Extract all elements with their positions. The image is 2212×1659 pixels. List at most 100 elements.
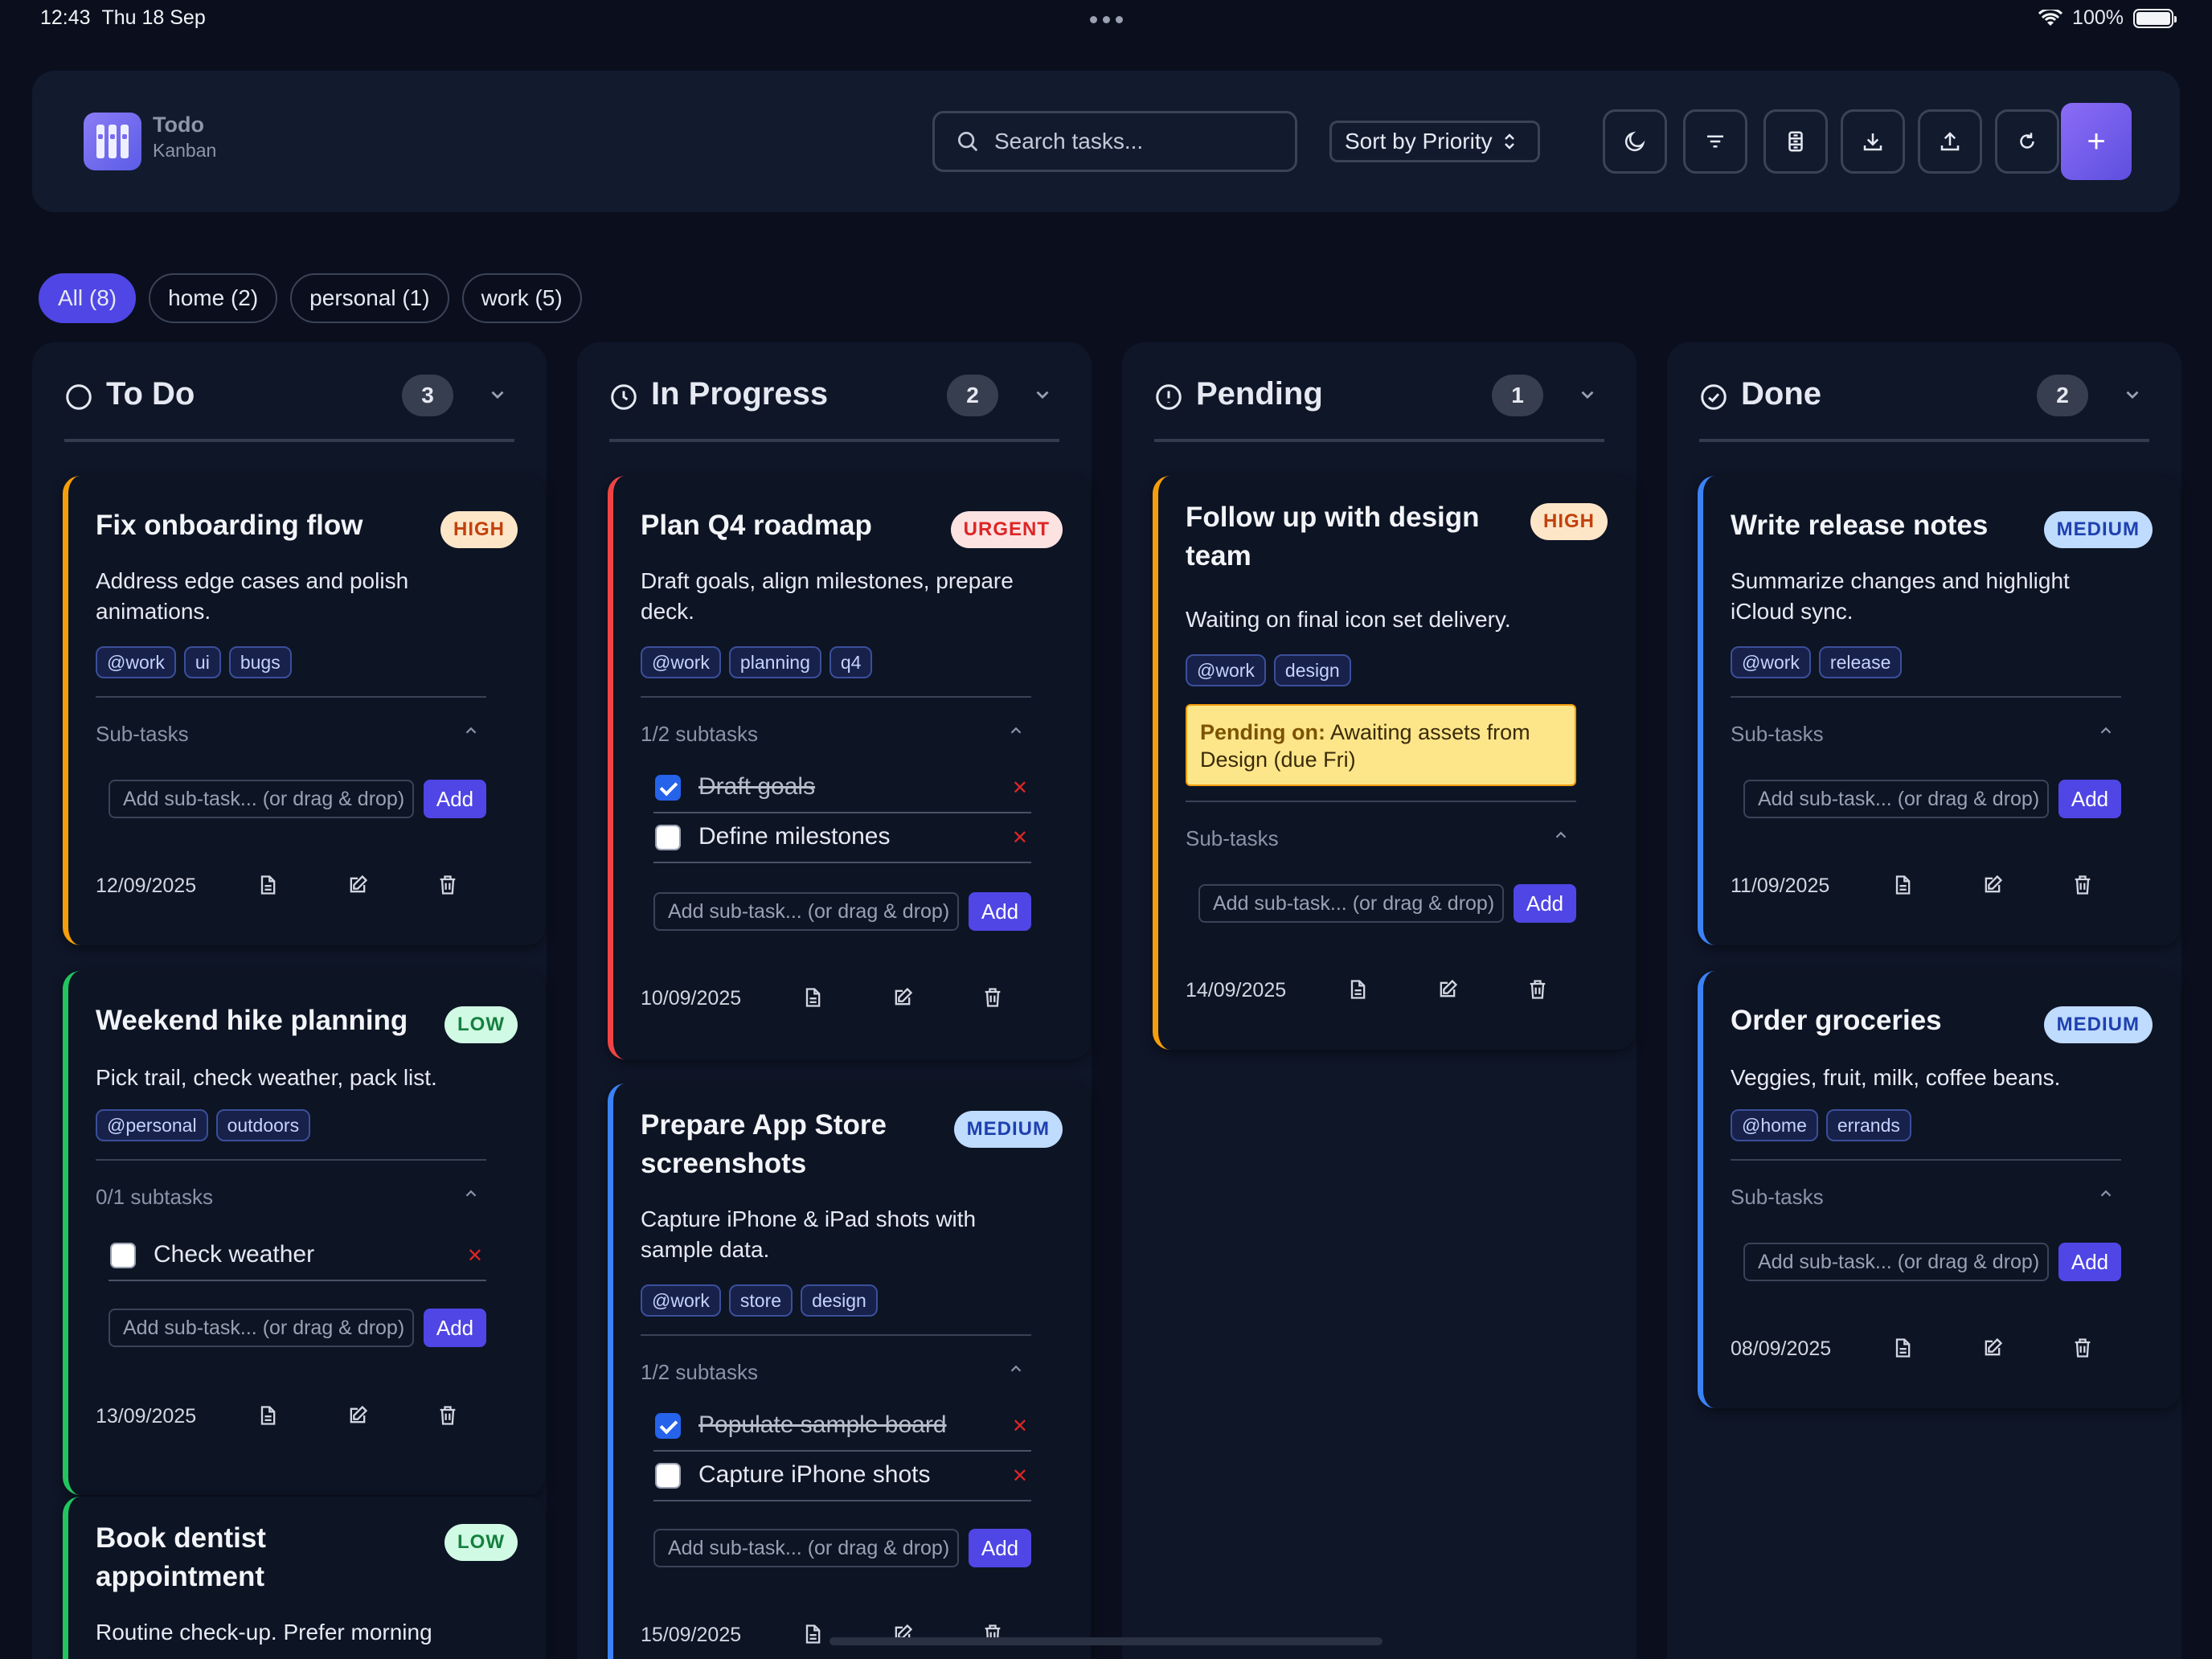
remove-subtask-icon[interactable]: ✕	[467, 1244, 483, 1268]
task-card[interactable]: Prepare App Store screenshots MEDIUM Cap…	[608, 1083, 1090, 1659]
tag[interactable]: errands	[1825, 1109, 1911, 1141]
task-card[interactable]: Plan Q4 roadmap URGENT Draft goals, alig…	[608, 476, 1090, 1059]
tag[interactable]: @personal	[96, 1109, 208, 1141]
tag[interactable]: q4	[829, 646, 873, 678]
add-subtask-input[interactable]	[653, 892, 959, 931]
tag[interactable]: @work	[1186, 654, 1266, 686]
card-description: Routine check-up. Prefer morning	[96, 1620, 432, 1645]
add-subtask-button[interactable]: Add	[1514, 884, 1576, 923]
add-subtask-input[interactable]	[1198, 884, 1504, 923]
subtasks-toggle[interactable]: Sub-tasks	[1186, 826, 1576, 851]
document-icon[interactable]	[1346, 977, 1369, 1002]
task-card[interactable]: Follow up with design team HIGH Waiting …	[1153, 476, 1635, 1050]
add-subtask-input[interactable]	[1743, 1243, 2049, 1281]
tag[interactable]: @work	[1731, 646, 1811, 678]
tag[interactable]: store	[728, 1284, 793, 1317]
tag[interactable]: @work	[641, 646, 721, 678]
document-icon[interactable]	[256, 1403, 279, 1428]
column-done: Done 2 Write release notes MEDIUM Summar…	[1667, 342, 2181, 1659]
priority-badge: LOW	[444, 1524, 518, 1561]
divider	[1186, 801, 1576, 802]
card-title: Book dentist appointment	[96, 1522, 266, 1592]
chevron-down-icon[interactable]	[1577, 384, 1598, 405]
column-header: Done 2	[1699, 375, 2149, 442]
edit-icon[interactable]	[346, 1403, 369, 1428]
subtask-checkbox[interactable]	[110, 1243, 136, 1268]
card-footer: 11/09/2025	[1731, 871, 2121, 903]
subtask-item: Populate sample board ✕	[653, 1402, 1031, 1452]
tag[interactable]: @work	[641, 1284, 721, 1317]
tag[interactable]: outdoors	[215, 1109, 311, 1141]
card-title: Follow up with design team	[1186, 502, 1480, 571]
horizontal-scrollbar[interactable]	[830, 1637, 1382, 1645]
edit-icon[interactable]	[1981, 1336, 2004, 1360]
chevron-down-icon[interactable]	[487, 384, 508, 405]
remove-subtask-icon[interactable]: ✕	[1012, 826, 1028, 850]
add-subtask-button[interactable]: Add	[969, 892, 1031, 931]
pending-label: Pending on:	[1200, 720, 1325, 744]
add-subtask-input[interactable]	[1743, 780, 2049, 818]
document-icon[interactable]	[1891, 873, 1914, 897]
card-description: Summarize changes and highlight iCloud s…	[1731, 568, 2070, 624]
tag[interactable]: design	[1273, 654, 1351, 686]
subtask-checkbox[interactable]	[655, 1413, 681, 1439]
trash-icon[interactable]	[2071, 1336, 2094, 1360]
tag[interactable]: bugs	[228, 646, 292, 678]
add-subtask-button[interactable]: Add	[2058, 780, 2121, 818]
trash-icon[interactable]	[1526, 977, 1549, 1002]
subtasks-toggle[interactable]: Sub-tasks	[1731, 1185, 2121, 1210]
document-icon[interactable]	[801, 1622, 824, 1646]
add-subtask-row: Add	[109, 1309, 486, 1347]
chevron-down-icon[interactable]	[2122, 384, 2143, 405]
add-subtask-button[interactable]: Add	[424, 1309, 486, 1347]
tag[interactable]: planning	[728, 646, 821, 678]
subtask-text: Define milestones	[698, 823, 891, 850]
trash-icon[interactable]	[981, 985, 1004, 1010]
add-subtask-input[interactable]	[653, 1529, 959, 1567]
card-footer: 08/09/2025	[1731, 1334, 2121, 1366]
task-card[interactable]: Book dentist appointment LOW Routine che…	[63, 1497, 545, 1659]
trash-icon[interactable]	[436, 873, 459, 897]
tag[interactable]: design	[801, 1284, 878, 1317]
edit-icon[interactable]	[1981, 873, 2004, 897]
remove-subtask-icon[interactable]: ✕	[1012, 1415, 1028, 1438]
task-card[interactable]: Order groceries MEDIUM Veggies, fruit, m…	[1698, 971, 2180, 1408]
add-subtask-input[interactable]	[109, 1309, 414, 1347]
chevron-up-icon	[1010, 727, 1022, 734]
task-card[interactable]: Fix onboarding flow HIGH Address edge ca…	[63, 476, 545, 945]
chevron-down-icon[interactable]	[1032, 384, 1053, 405]
priority-badge: HIGH	[440, 511, 518, 548]
tag[interactable]: ui	[183, 646, 221, 678]
subtasks-toggle[interactable]: 1/2 subtasks	[641, 1360, 1031, 1385]
subtask-item: Capture iPhone shots ✕	[653, 1452, 1031, 1501]
subtask-checkbox[interactable]	[655, 1463, 681, 1489]
divider	[96, 696, 486, 698]
add-subtask-button[interactable]: Add	[424, 780, 486, 818]
remove-subtask-icon[interactable]: ✕	[1012, 1464, 1028, 1488]
edit-icon[interactable]	[891, 985, 914, 1010]
task-card[interactable]: Weekend hike planning LOW Pick trail, ch…	[63, 971, 545, 1495]
card-description: Pick trail, check weather, pack list.	[96, 1065, 437, 1090]
subtask-checkbox[interactable]	[655, 775, 681, 801]
subtasks-toggle[interactable]: 0/1 subtasks	[96, 1185, 486, 1210]
subtasks-toggle[interactable]: Sub-tasks	[96, 722, 486, 747]
subtasks-toggle[interactable]: 1/2 subtasks	[641, 722, 1031, 747]
subtask-checkbox[interactable]	[655, 825, 681, 850]
edit-icon[interactable]	[346, 873, 369, 897]
edit-icon[interactable]	[1436, 977, 1459, 1002]
trash-icon[interactable]	[2071, 873, 2094, 897]
subtasks-toggle[interactable]: Sub-tasks	[1731, 722, 2121, 747]
document-icon[interactable]	[1891, 1336, 1914, 1360]
tag[interactable]: release	[1818, 646, 1903, 678]
task-card[interactable]: Write release notes MEDIUM Summarize cha…	[1698, 476, 2180, 945]
remove-subtask-icon[interactable]: ✕	[1012, 776, 1028, 800]
alert-circle-icon	[1156, 384, 1182, 410]
add-subtask-button[interactable]: Add	[2058, 1243, 2121, 1281]
add-subtask-button[interactable]: Add	[969, 1529, 1031, 1567]
tag[interactable]: @work	[96, 646, 176, 678]
add-subtask-input[interactable]	[109, 780, 414, 818]
tag[interactable]: @home	[1731, 1109, 1818, 1141]
document-icon[interactable]	[256, 873, 279, 897]
trash-icon[interactable]	[436, 1403, 459, 1428]
document-icon[interactable]	[801, 985, 824, 1010]
